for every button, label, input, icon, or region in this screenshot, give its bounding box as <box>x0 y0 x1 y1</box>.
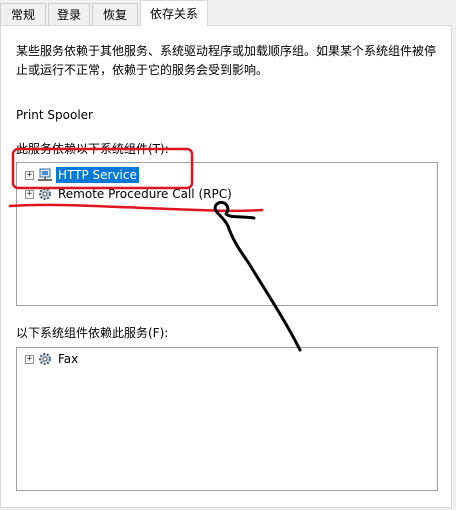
tab-logon[interactable]: 登录 <box>48 3 90 25</box>
dependents-label: 以下系统组件依赖此服务(F): <box>16 326 169 340</box>
service-name: Print Spooler <box>16 108 93 122</box>
tree-item-label: HTTP Service <box>56 167 139 183</box>
expand-icon[interactable]: + <box>25 189 34 199</box>
tree-item-http-service[interactable]: + HTTP Service <box>25 166 139 184</box>
tab-recovery[interactable]: 恢复 <box>92 3 138 25</box>
tree-item-fax[interactable]: + Fax <box>25 350 80 368</box>
tree-item-label: Fax <box>58 352 79 366</box>
dependents-tree[interactable]: + Fax <box>16 347 438 491</box>
tab-dependencies[interactable]: 依存关系 <box>140 0 208 26</box>
gear-service-icon <box>39 188 51 200</box>
tab-label: 常规 <box>10 8 35 22</box>
depends-on-label: 此服务依赖以下系统组件(T): <box>16 142 169 156</box>
tab-general[interactable]: 常规 <box>0 3 46 25</box>
expand-icon[interactable]: + <box>25 170 34 180</box>
tab-strip: 常规 登录 恢复 依存关系 <box>0 0 456 26</box>
tab-label: 恢复 <box>102 8 127 22</box>
network-service-icon <box>38 168 52 181</box>
expand-icon[interactable]: + <box>25 354 34 364</box>
dependencies-description: 某些服务依赖于其他服务、系统驱动程序或加载顺序组。如果某个系统组件被停止或运行不… <box>16 44 437 77</box>
depends-on-tree[interactable]: + HTTP Service + Remote Procedure Call (… <box>16 162 438 306</box>
tab-label: 登录 <box>56 8 81 22</box>
tab-label: 依存关系 <box>149 7 198 21</box>
tree-item-rpc[interactable]: + Remote Procedure Call (RPC) <box>25 185 234 203</box>
tree-item-label: Remote Procedure Call (RPC) <box>58 187 232 201</box>
gear-service-icon <box>39 353 51 365</box>
